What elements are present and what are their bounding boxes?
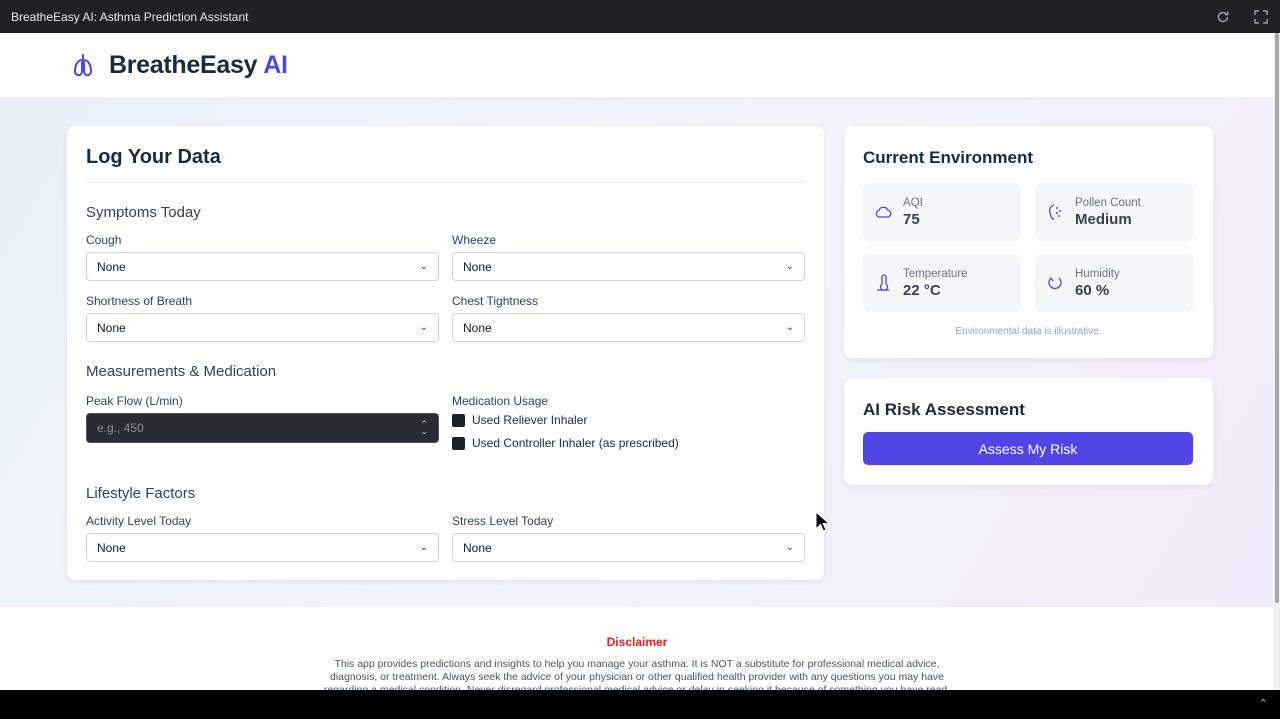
scrollbar[interactable]: [1274, 33, 1280, 690]
controller-inhaler-checkbox[interactable]: [452, 436, 465, 450]
activity-level-select[interactable]: None ⌄: [86, 533, 439, 562]
humidity-value: 60 %: [1075, 281, 1110, 299]
activity-level-label: Activity Level Today: [86, 514, 192, 528]
shortness-of-breath-label: Shortness of Breath: [86, 294, 193, 308]
reliever-inhaler-option[interactable]: Used Reliever Inhaler: [452, 413, 805, 427]
humidity-label: Humidity: [1075, 267, 1120, 280]
environment-note: Environmental data is illustrative.: [955, 326, 1102, 337]
environment-title: Current Environment: [863, 148, 1034, 167]
activity-level-value: None: [97, 540, 126, 555]
pollen-icon: [1045, 202, 1065, 222]
lifestyle-section-title: Lifestyle Factors: [86, 485, 196, 502]
chest-tightness-select[interactable]: None ⌄: [452, 313, 805, 342]
peak-flow-placeholder: e.g., 450: [97, 421, 144, 435]
brand-accent: AI: [263, 51, 288, 79]
medication-usage-label: Medication Usage: [452, 394, 549, 408]
humidity-tile: Humidity 60 %: [1035, 254, 1193, 312]
disclaimer-title: Disclaimer: [606, 635, 668, 649]
peak-flow-input[interactable]: e.g., 450 ⌃ ⌄: [86, 413, 439, 443]
pollen-value: Medium: [1075, 210, 1132, 228]
shortness-of-breath-value: None: [97, 320, 126, 335]
reliever-inhaler-checkbox[interactable]: [452, 413, 465, 427]
chevron-down-icon: ⌄: [419, 542, 428, 553]
log-data-card: Log Your Data Symptoms Today Cough None ⌄…: [67, 126, 824, 580]
droplet-icon: [1045, 273, 1065, 293]
window-titlebar: BreatheEasy AI: Asthma Prediction Assist…: [0, 0, 1280, 33]
spinner-icon[interactable]: ⌃ ⌄: [420, 420, 428, 436]
aqi-value: 75: [903, 210, 920, 228]
mouse-cursor-icon: [815, 511, 831, 532]
cough-select[interactable]: None ⌄: [86, 252, 439, 281]
stress-level-value: None: [463, 540, 492, 555]
temperature-label: Temperature: [903, 267, 968, 280]
fullscreen-icon[interactable]: [1253, 9, 1269, 25]
chest-tightness-label: Chest Tightness: [452, 294, 539, 308]
symptoms-section-title: Symptoms Today: [86, 204, 201, 221]
controller-inhaler-label: Used Controller Inhaler (as prescribed): [472, 436, 679, 450]
cloud-icon: [873, 202, 893, 222]
shortness-of-breath-select[interactable]: None ⌄: [86, 313, 439, 342]
scrollbar-thumb[interactable]: [1275, 33, 1279, 603]
brand-name: BreatheEasy AI: [109, 51, 288, 80]
chevron-down-icon: ⌄: [785, 542, 794, 553]
chevron-down-icon: ⌄: [785, 322, 794, 333]
wheeze-label: Wheeze: [452, 233, 497, 247]
wheeze-select[interactable]: None ⌄: [452, 252, 805, 281]
cough-label: Cough: [86, 233, 122, 247]
wheeze-value: None: [463, 259, 492, 274]
environment-card: Current Environment AQI 75 Pollen Count …: [844, 126, 1213, 358]
peak-flow-label: Peak Flow (L/min): [86, 394, 183, 408]
divider: [86, 182, 805, 183]
ai-risk-title: AI Risk Assessment: [863, 400, 1025, 419]
disclaimer-text: This app provides predictions and insigh…: [323, 658, 951, 690]
brand-main: BreatheEasy: [109, 51, 258, 79]
reliever-inhaler-label: Used Reliever Inhaler: [472, 413, 588, 427]
chevron-down-icon: ⌄: [785, 261, 794, 272]
assess-risk-button[interactable]: Assess My Risk: [863, 432, 1193, 465]
chest-tightness-value: None: [463, 320, 492, 335]
chevron-up-icon[interactable]: ⌃: [1259, 697, 1268, 710]
aqi-tile: AQI 75: [863, 183, 1021, 241]
window-title: BreatheEasy AI: Asthma Prediction Assist…: [11, 9, 249, 24]
aqi-label: AQI: [903, 196, 923, 209]
pollen-label: Pollen Count: [1075, 196, 1141, 209]
bottom-bar: ⌃: [0, 690, 1280, 719]
measurements-section-title: Measurements & Medication: [86, 363, 277, 380]
log-card-title: Log Your Data: [86, 146, 221, 168]
ai-risk-card: AI Risk Assessment Assess My Risk: [844, 378, 1213, 485]
cough-value: None: [97, 259, 126, 274]
footer: Disclaimer This app provides predictions…: [0, 607, 1274, 690]
chevron-down-icon: ⌄: [419, 261, 428, 272]
temperature-value: 22 °C: [903, 281, 941, 299]
temperature-tile: Temperature 22 °C: [863, 254, 1021, 312]
reload-icon[interactable]: [1215, 9, 1231, 25]
thermometer-icon: [873, 273, 893, 293]
main-content: Log Your Data Symptoms Today Cough None ⌄…: [0, 99, 1274, 607]
chevron-down-icon: ⌄: [419, 322, 428, 333]
controller-inhaler-option[interactable]: Used Controller Inhaler (as prescribed): [452, 436, 805, 450]
lungs-logo-icon: [72, 52, 94, 80]
pollen-tile: Pollen Count Medium: [1035, 183, 1193, 241]
stress-level-label: Stress Level Today: [452, 514, 554, 528]
stress-level-select[interactable]: None ⌄: [452, 533, 805, 562]
app-header: BreatheEasy AI: [0, 33, 1274, 99]
